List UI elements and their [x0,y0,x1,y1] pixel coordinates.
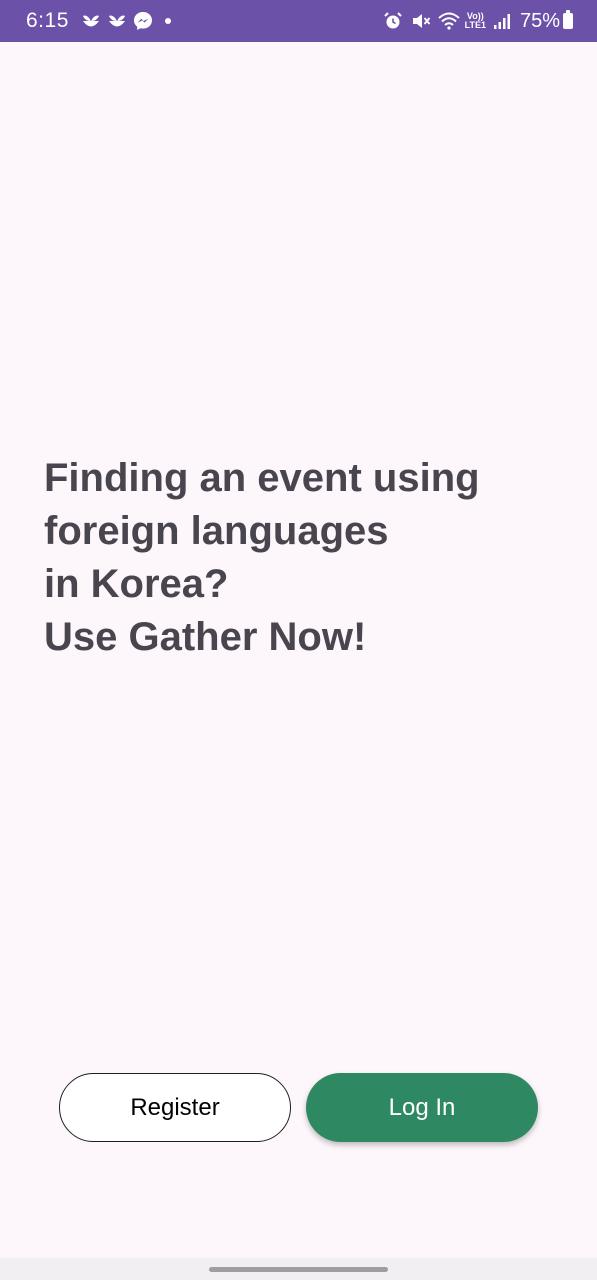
home-gesture-handle[interactable] [209,1267,388,1272]
lte-icon: Vo)) LTE1 [465,12,486,30]
status-bar-left: 6:15 [26,9,171,33]
headline-line: Use Gather Now! [44,615,367,659]
wifi-icon [437,9,461,33]
sprout-icon [79,9,103,33]
mute-icon [409,9,433,33]
battery-icon [563,10,573,29]
sprout-icon [105,9,129,33]
notification-dot [164,18,171,24]
battery-percentage: 75% [519,9,560,32]
status-bar-right: Vo)) LTE1 75% [377,9,573,33]
headline-line: in Korea? [44,562,229,606]
login-button[interactable]: Log In [306,1073,538,1142]
messenger-icon [131,9,155,33]
alarm-icon [381,9,405,33]
status-time: 6:15 [26,9,69,32]
headline-line: foreign languages [44,509,389,553]
headline-line: Finding an event using [44,456,480,500]
navigation-bar [0,1258,597,1280]
signal-icon [490,9,514,33]
lte-bottom-label: LTE1 [464,20,486,30]
register-button[interactable]: Register [59,1073,291,1142]
welcome-headline: Finding an event using foreign languages… [44,452,564,664]
status-bar: 6:15 Vo)) LTE1 75% [0,0,597,42]
